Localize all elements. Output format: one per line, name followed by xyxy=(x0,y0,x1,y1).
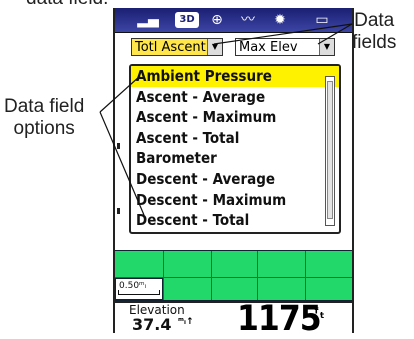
grid-line xyxy=(305,251,306,300)
data-field-options-list[interactable]: Ambient Pressure Ascent - Average Ascent… xyxy=(129,64,341,234)
data-fields-bar: Totl Ascent ▼ Max Elev ▼ xyxy=(115,33,352,63)
gps-device-screen: ▂▄ 3D ⊕ 〰 ✹ ▭ Totl Ascent ▼ Max Elev ▼ A… xyxy=(113,8,354,339)
options-scrollbar[interactable] xyxy=(325,76,335,226)
elevation-unit: ᶠₜ xyxy=(314,306,325,322)
option-item[interactable]: Descent - Maximum xyxy=(131,190,339,211)
map-edge-mark xyxy=(117,143,120,149)
scale-bar-icon xyxy=(118,290,160,295)
grid-line xyxy=(163,251,164,300)
option-item[interactable]: Descent - Total xyxy=(131,210,339,231)
option-item[interactable]: Ascent - Average xyxy=(131,87,339,108)
data-field-options-callout: Data field options xyxy=(4,96,85,139)
elevation-distance-unit: ᵐᵢ↑ xyxy=(178,317,194,327)
elevation-distance-value: 37.4 xyxy=(132,315,172,334)
status-bar: ▂▄ 3D ⊕ 〰 ✹ ▭ xyxy=(115,8,352,33)
option-item[interactable]: Descent - Average xyxy=(131,169,339,190)
elevation-value: 1175 xyxy=(237,299,322,339)
elevation-panel: Elevation 37.4 ᵐᵢ↑ 1175 ᶠₜ xyxy=(115,299,352,339)
battery-icon: ▭ xyxy=(315,12,329,28)
data-field-2[interactable]: Max Elev ▼ xyxy=(235,38,335,56)
map-grid: 0.50ᵐᵢ xyxy=(115,250,352,301)
data-fields-callout: Data fields xyxy=(352,10,397,53)
data-field-1[interactable]: Totl Ascent ▼ xyxy=(131,38,223,56)
option-item[interactable]: Ascent - Maximum xyxy=(131,107,339,128)
option-item[interactable]: Ambient Pressure xyxy=(131,66,339,87)
option-item[interactable]: Ascent - Total xyxy=(131,128,339,149)
3d-fix-icon: 3D xyxy=(175,12,199,28)
grid-line xyxy=(257,251,258,300)
top-caption: data field. xyxy=(26,0,108,10)
chevron-down-icon[interactable]: ▼ xyxy=(207,39,222,55)
track-log-icon: 〰 xyxy=(241,12,255,28)
data-field-1-value: Totl Ascent xyxy=(135,40,206,55)
gps-target-icon: ⊕ xyxy=(211,12,223,28)
backlight-icon: ✹ xyxy=(274,12,286,28)
option-item[interactable]: Barometer xyxy=(131,148,339,169)
chevron-down-icon[interactable]: ▼ xyxy=(319,39,334,55)
data-field-2-value: Max Elev xyxy=(239,40,298,55)
map-scale: 0.50ᵐᵢ xyxy=(115,278,163,300)
satellite-signal-icon: ▂▄ xyxy=(137,12,159,28)
grid-line xyxy=(211,251,212,300)
map-edge-mark xyxy=(117,208,120,214)
scrollbar-thumb[interactable] xyxy=(327,81,333,219)
